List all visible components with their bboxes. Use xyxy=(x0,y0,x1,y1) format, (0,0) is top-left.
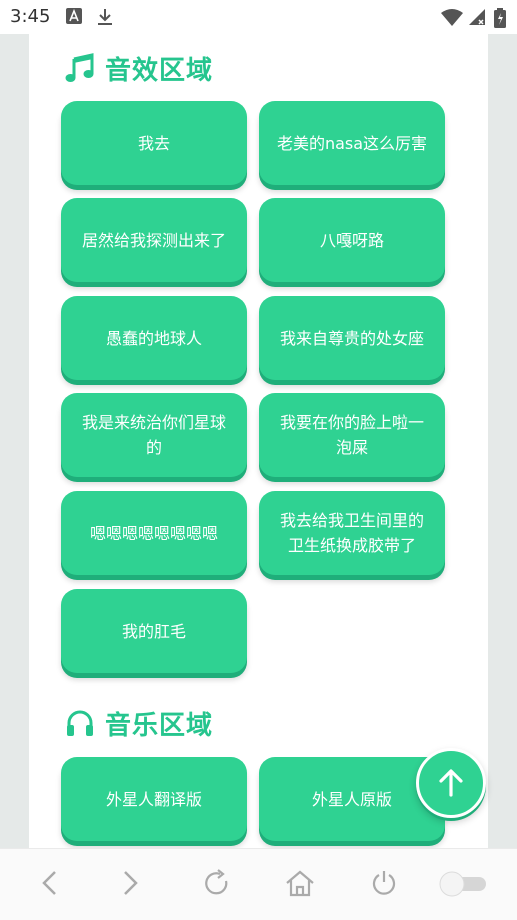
sound-button[interactable]: 我要在你的脸上啦一泡屎 xyxy=(259,393,445,477)
forward-icon[interactable] xyxy=(120,869,142,897)
sound-button[interactable]: 我是来统治你们星球的 xyxy=(61,393,247,477)
sound-button[interactable]: 我去 xyxy=(61,101,247,185)
music-header: 音乐区域 xyxy=(65,703,213,743)
sound-button[interactable]: 嗯嗯嗯嗯嗯嗯嗯嗯 xyxy=(61,491,247,575)
status-time: 3:45 xyxy=(10,6,51,27)
sound-button[interactable]: 八嘎呀路 xyxy=(259,198,445,282)
refresh-icon[interactable] xyxy=(203,869,231,897)
music-button[interactable]: 外星人原版 xyxy=(259,757,445,841)
wifi-icon xyxy=(441,9,463,26)
music-note-icon xyxy=(65,53,94,82)
text-a-icon xyxy=(66,8,82,24)
battery-icon xyxy=(494,8,506,28)
download-icon xyxy=(98,9,112,25)
content-panel: 音效区域 我去 老美的nasa这么厉害 居然给我探测出来了 八嘎呀路 愚蠢的地球… xyxy=(29,34,488,848)
sound-button[interactable]: 我去给我卫生间里的卫生纸换成胶带了 xyxy=(259,491,445,575)
toggle-switch[interactable] xyxy=(437,870,489,898)
sound-button[interactable]: 我来自尊贵的处女座 xyxy=(259,296,445,380)
scroll-to-top-button[interactable] xyxy=(416,748,486,818)
section-title: 音乐区域 xyxy=(105,710,214,741)
headphones-icon xyxy=(67,710,93,736)
music-button[interactable]: 外星人翻译版 xyxy=(61,757,247,841)
status-bar: 3:45 xyxy=(0,0,517,34)
bottom-nav-bar xyxy=(0,848,517,920)
home-icon[interactable] xyxy=(285,869,315,897)
signal-icon xyxy=(469,9,485,25)
arrow-up-icon xyxy=(439,769,463,797)
sound-button[interactable]: 愚蠢的地球人 xyxy=(61,296,247,380)
sound-button[interactable]: 居然给我探测出来了 xyxy=(61,198,247,282)
sound-effects-header: 音效区域 xyxy=(65,48,213,88)
power-icon[interactable] xyxy=(370,869,398,897)
back-icon[interactable] xyxy=(38,869,60,897)
sound-button[interactable]: 我的肛毛 xyxy=(61,589,247,673)
sound-button[interactable]: 老美的nasa这么厉害 xyxy=(259,101,445,185)
section-title: 音效区域 xyxy=(105,55,214,86)
